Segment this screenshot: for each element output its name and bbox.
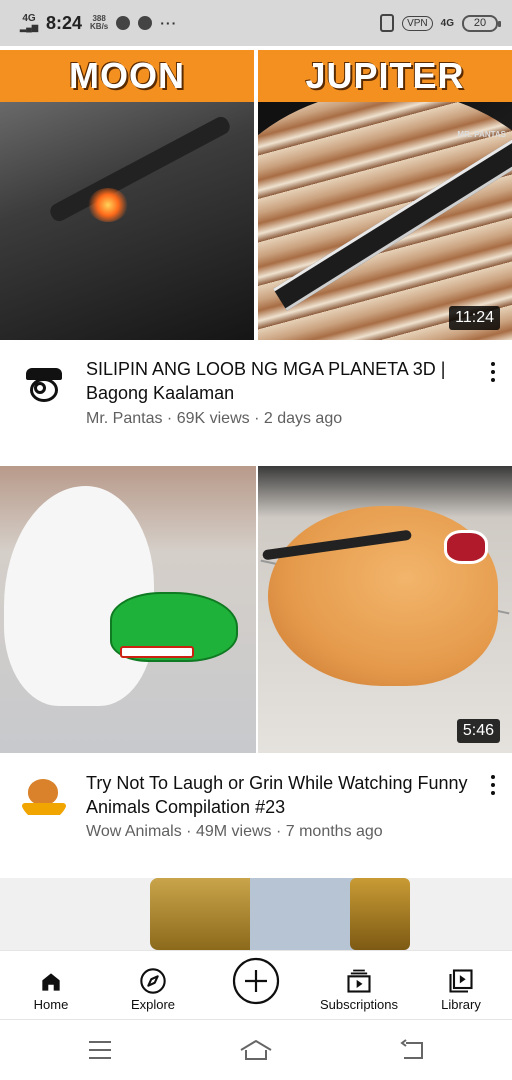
crocodile-teeth: [120, 646, 194, 658]
thumbnail-divider: [256, 466, 258, 753]
more-options-icon[interactable]: [488, 775, 498, 795]
orange-cat-image: [258, 466, 512, 753]
thumbnail-label-jupiter: JUPITER: [258, 50, 512, 102]
speed-unit: KB/s: [90, 22, 109, 31]
add-icon: [232, 957, 280, 1005]
video-thumbnail[interactable]: [0, 878, 512, 950]
separator: ·: [249, 410, 264, 427]
nav-subscriptions[interactable]: Subscriptions: [306, 951, 412, 1021]
signal-icon: 4G ▂▄▆: [20, 13, 38, 33]
video-thumbnail[interactable]: 5:46: [0, 466, 512, 753]
battery-level: 20: [473, 17, 487, 29]
video-subtitle: Wow Animals · 49M views · 7 months ago: [86, 823, 383, 841]
network-speed: 388 KB/s: [90, 15, 108, 31]
system-navigation-bar: [0, 1020, 512, 1080]
video-thumbnail[interactable]: MR. PANTAS MOON JUPITER 11:24: [0, 50, 512, 340]
create-button[interactable]: [226, 951, 286, 1021]
nav-home-label: Home: [33, 997, 69, 1012]
battery-icon: 20: [462, 14, 501, 32]
video-meta: SILIPIN ANG LOOB NG MGA PLANETA 3D | Bag…: [0, 340, 512, 466]
lava-glow: [88, 188, 128, 222]
separator: ·: [162, 410, 177, 427]
more-notifications-icon: ···: [160, 15, 178, 31]
more-options-icon[interactable]: [488, 362, 498, 382]
upload-age: 2 days ago: [263, 410, 343, 427]
channel-name: Mr. Pantas: [86, 410, 163, 427]
video-subtitle: Mr. Pantas · 69K views · 2 days ago: [86, 410, 342, 428]
white-cat-image: [0, 466, 256, 753]
menu-icon: [89, 1041, 111, 1059]
nav-library-label: Library: [441, 997, 481, 1012]
home-outline-icon: [240, 1039, 272, 1060]
home-button[interactable]: [236, 1036, 276, 1064]
figure-body: [250, 878, 360, 950]
channel-logo: [22, 803, 66, 815]
compass-icon: [140, 968, 166, 994]
recent-apps-button[interactable]: [80, 1036, 120, 1064]
upload-age: 7 months ago: [285, 823, 383, 840]
thumbnail-label-moon: MOON: [0, 50, 254, 102]
bottom-navigation: Home Explore Subscriptions Library: [0, 950, 512, 1020]
notification-icon: [138, 16, 153, 30]
view-count: 69K views: [176, 410, 250, 427]
view-count: 49M views: [195, 823, 272, 840]
channel-name: Wow Animals: [86, 823, 182, 840]
home-icon: [42, 973, 60, 991]
nav-explore[interactable]: Explore: [120, 951, 186, 1021]
network-type: 4G: [22, 13, 36, 24]
nav-home[interactable]: Home: [20, 951, 82, 1021]
video-title[interactable]: SILIPIN ANG LOOB NG MGA PLANETA 3D | Bag…: [86, 357, 470, 405]
video-title[interactable]: Try Not To Laugh or Grin While Watching …: [86, 771, 470, 819]
signal-4g-icon: 4G: [440, 17, 454, 29]
library-icon: [449, 969, 473, 993]
vpn-badge: VPN: [402, 15, 433, 31]
channel-avatar[interactable]: [20, 360, 68, 408]
cat-mouth: [444, 530, 488, 564]
watermark: MR. PANTAS: [457, 130, 506, 139]
messenger-icon: [116, 16, 131, 30]
status-bar: 4G ▂▄▆ 8:24 388 KB/s ··· VPN 4G 20: [0, 0, 512, 46]
channel-avatar[interactable]: [20, 773, 68, 821]
back-button[interactable]: [392, 1036, 432, 1064]
video-meta: Try Not To Laugh or Grin While Watching …: [0, 753, 512, 878]
subscriptions-icon: [347, 969, 371, 993]
dog-logo-icon: [28, 779, 58, 805]
video-duration: 5:46: [456, 719, 500, 743]
moon-crack: [47, 114, 233, 224]
video-duration: 11:24: [449, 306, 500, 330]
separator: ·: [271, 823, 286, 840]
nav-explore-label: Explore: [130, 997, 176, 1012]
armor-figure: [350, 878, 410, 950]
status-time: 8:24: [45, 12, 83, 33]
nav-library[interactable]: Library: [430, 951, 492, 1021]
back-icon: [400, 1039, 423, 1059]
nav-subscriptions-label: Subscriptions: [319, 997, 399, 1012]
magnifier-icon: [34, 382, 46, 394]
armor-figure: [150, 878, 260, 950]
separator: ·: [181, 823, 196, 840]
vibrate-icon: [380, 14, 395, 32]
